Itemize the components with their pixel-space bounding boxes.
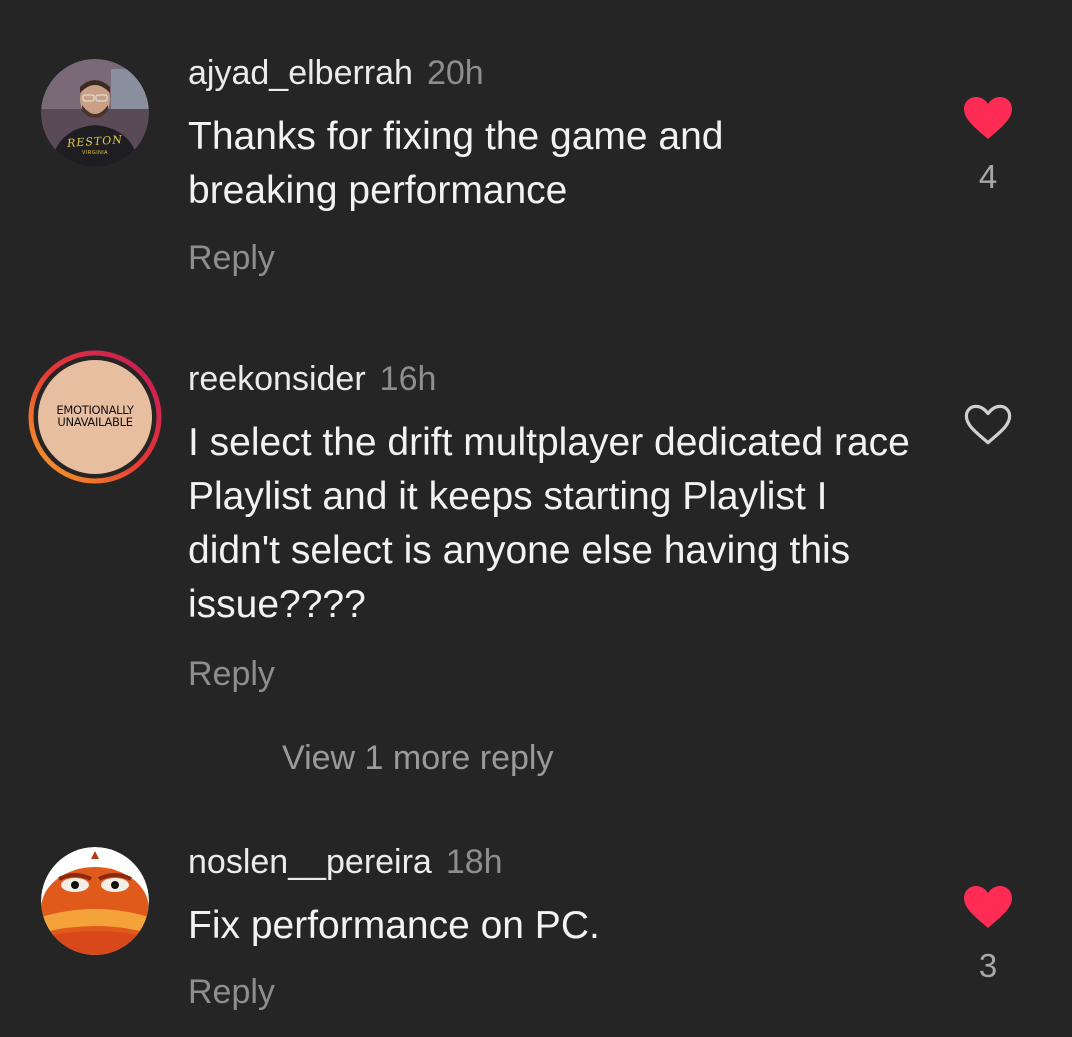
like-count: 4 [978,158,998,195]
reply-button[interactable]: Reply [188,238,275,278]
comment-meta: noslen__pereira 18h [188,842,503,882]
like-button[interactable]: 3 [958,886,1018,986]
avatar-photo [41,847,149,955]
username[interactable]: noslen__pereira [188,843,432,881]
like-count: 3 [978,947,998,984]
username[interactable]: ajyad_elberrah [188,54,413,92]
username[interactable]: reekonsider [188,360,366,398]
heart-filled-icon [964,886,1012,928]
like-button[interactable]: 4 [958,97,1018,197]
heart-outline-icon [964,404,1012,445]
comment-text: Thanks for fixing the game and breaking … [188,115,724,212]
reply-button[interactable]: Reply [188,972,275,1012]
comment-meta: ajyad_elberrah 20h [188,53,484,93]
comments-panel: RESTON VIRGINIA ajyad_elberrah 20h Thanks… [0,0,1072,1037]
reply-button[interactable]: Reply [188,654,275,694]
avatar[interactable]: EMOTIONALLY UNAVAILABLE [28,350,162,484]
heart-filled-icon [964,97,1012,139]
comment-text: Fix performance on PC. [188,904,600,947]
comment-meta: reekonsider 16h [188,359,436,399]
timestamp: 18h [445,843,503,881]
like-button[interactable] [958,404,1018,446]
view-more-replies-button[interactable]: View 1 more reply [282,738,554,778]
timestamp: 20h [426,54,484,92]
avatar[interactable]: RESTON VIRGINIA [41,59,149,167]
avatar-text-line: UNAVAILABLE [57,415,133,429]
avatar-text: EMOTIONALLY UNAVAILABLE [38,404,152,428]
comment-text: I select the drift multplayer dedicated … [188,421,910,626]
avatar-shirt-subtext: VIRGINIA [82,150,108,156]
avatar[interactable] [41,847,149,955]
timestamp: 16h [379,360,437,398]
